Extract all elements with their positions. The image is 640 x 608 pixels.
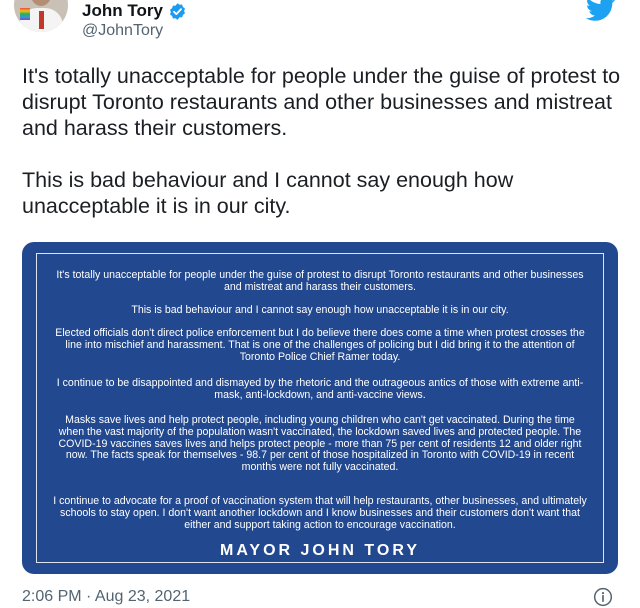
- statement-paragraph: This is bad behaviour and I cannot say e…: [131, 304, 509, 316]
- statement-image[interactable]: It's totally unacceptable for people und…: [22, 242, 618, 574]
- statement-paragraph: Elected officials don't direct police en…: [55, 327, 585, 363]
- tweet-text: It's totally unacceptable for people und…: [22, 64, 621, 218]
- tweet-timestamp[interactable]: 2:06 PM · Aug 23, 2021: [22, 588, 190, 606]
- author-name-row: John Tory: [82, 1, 187, 21]
- author-handle[interactable]: @JohnTory: [82, 22, 163, 40]
- statement-paragraph: I continue to advocate for a proof of va…: [53, 495, 587, 531]
- twitter-bird-icon[interactable]: [586, 0, 616, 22]
- statement-paragraph: I continue to be disappointed and dismay…: [56, 377, 584, 401]
- statement-frame: It's totally unacceptable for people und…: [36, 253, 604, 563]
- verified-badge-icon: [169, 2, 185, 20]
- info-icon[interactable]: [593, 587, 613, 607]
- avatar-face: [31, 0, 51, 6]
- author-display-name[interactable]: John Tory: [82, 1, 163, 21]
- statement-signature: MAYOR JOHN TORY: [220, 542, 420, 559]
- statement-paragraph: It's totally unacceptable for people und…: [56, 269, 584, 293]
- avatar-pride-pin: [20, 8, 30, 20]
- avatar-tie: [39, 11, 44, 29]
- statement-paragraph: Masks save lives and help protect people…: [58, 414, 582, 474]
- author-avatar[interactable]: [14, 0, 68, 32]
